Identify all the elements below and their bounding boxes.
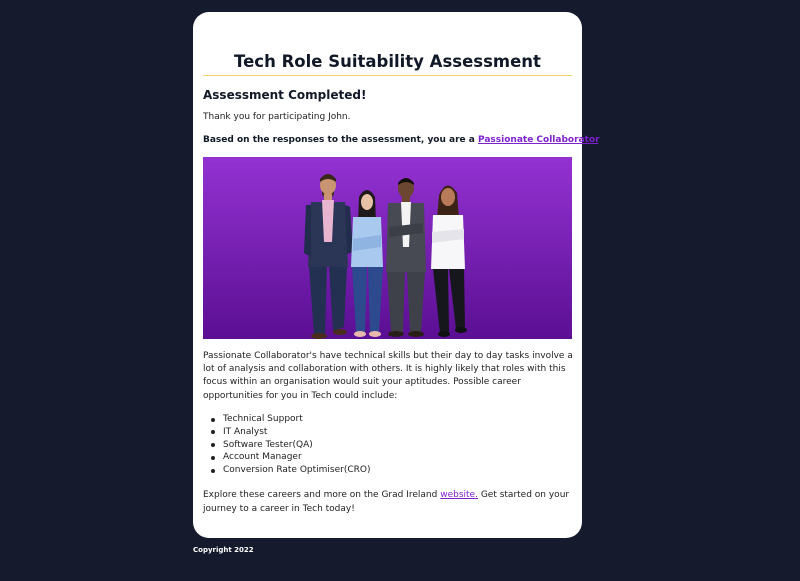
divider (203, 75, 572, 76)
result-summary-suffix: . (598, 135, 602, 145)
list-item: Account Manager (210, 451, 370, 464)
page-title: Tech Role Suitability Assessment (234, 52, 541, 71)
list-item: Technical Support (210, 413, 370, 426)
profile-link[interactable]: Passionate Collaborator (478, 135, 598, 145)
list-item: IT Analyst (210, 426, 370, 439)
explore-prefix: Explore these careers and more on the Gr… (203, 490, 438, 500)
completed-heading: Assessment Completed! (203, 88, 367, 102)
list-item: Conversion Rate Optimiser(CRO) (210, 465, 371, 476)
assessment-card: Tech Role Suitability Assessment Assessm… (193, 12, 602, 538)
profile-description: Passionate Collaborator's have technical… (203, 351, 573, 401)
result-summary: Based on the responses to the assessment… (203, 135, 602, 145)
result-summary-prefix: Based on the responses to the assessment… (203, 135, 475, 145)
copyright-text: Copyright 2022 (193, 546, 254, 554)
career-list: Technical Support IT Analyst Software Te… (210, 413, 371, 477)
grad-ireland-link[interactable]: website. (440, 490, 478, 500)
team-illustration (203, 157, 572, 339)
list-item: Software Tester(QA) (210, 439, 370, 452)
team-illustration-icon (203, 157, 572, 339)
thanks-text: Thank you for participating John. (203, 112, 351, 122)
explore-text: Explore these careers and more on the Gr… (203, 488, 573, 516)
